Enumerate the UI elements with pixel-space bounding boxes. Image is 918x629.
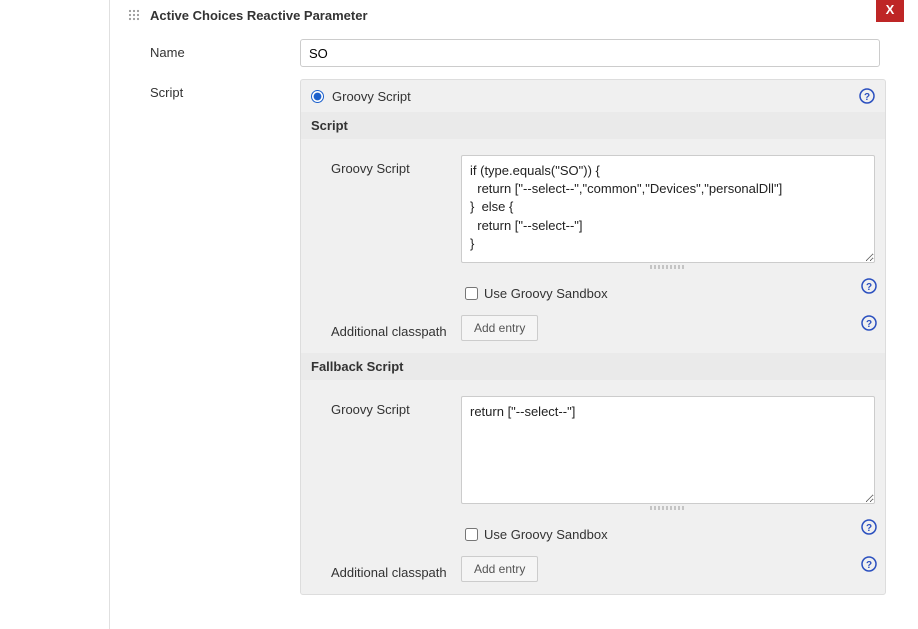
sandbox-checkbox[interactable] <box>465 287 478 300</box>
help-icon[interactable]: ? <box>861 556 877 572</box>
drag-handle-icon[interactable] <box>128 9 142 23</box>
help-icon[interactable]: ? <box>861 278 877 294</box>
help-icon[interactable]: ? <box>859 88 875 104</box>
script-inner-section: Groovy Script Use Groovy Sandbox ? <box>301 139 885 353</box>
svg-text:?: ? <box>866 282 872 293</box>
groovy-script-row: Groovy Script <box>331 149 875 276</box>
close-button[interactable]: X <box>876 0 904 22</box>
add-entry-button[interactable]: Add entry <box>461 315 538 341</box>
script-config-box: Groovy Script ? Script Groovy Script <box>300 79 886 595</box>
resize-handle[interactable] <box>461 505 875 511</box>
sandbox-label: Use Groovy Sandbox <box>484 286 608 301</box>
help-icon[interactable]: ? <box>861 519 877 535</box>
fallback-add-entry-button[interactable]: Add entry <box>461 556 538 582</box>
resize-handle[interactable] <box>461 264 875 270</box>
classpath-row: Additional classpath Add entry ? <box>331 311 875 353</box>
svg-text:?: ? <box>866 319 872 330</box>
sandbox-row: Use Groovy Sandbox ? <box>331 276 875 311</box>
groovy-script-radio-row: Groovy Script ? <box>301 80 885 112</box>
groovy-script-radio[interactable] <box>311 90 324 103</box>
main-content: X Active Choices Reactive Parameter Name… <box>110 0 908 629</box>
script-label: Script <box>150 79 300 100</box>
section-title: Active Choices Reactive Parameter <box>150 8 368 23</box>
fallback-sandbox-label: Use Groovy Sandbox <box>484 527 608 542</box>
fallback-script-field-label: Groovy Script <box>331 396 461 417</box>
groovy-script-field-label: Groovy Script <box>331 155 461 176</box>
fallback-sandbox-row: Use Groovy Sandbox ? <box>331 517 875 552</box>
svg-text:?: ? <box>864 92 870 103</box>
fallback-sandbox-checkbox[interactable] <box>465 528 478 541</box>
fallback-script-textarea[interactable] <box>461 396 875 504</box>
fallback-additional-classpath-label: Additional classpath <box>331 559 461 580</box>
help-icon[interactable]: ? <box>861 315 877 331</box>
name-label: Name <box>150 39 300 60</box>
fallback-classpath-row: Additional classpath Add entry ? <box>331 552 875 594</box>
script-subheader: Script <box>301 112 885 139</box>
additional-classpath-label: Additional classpath <box>331 318 461 339</box>
fallback-inner-section: Groovy Script Use Groovy Sandbox ? <box>301 380 885 594</box>
name-row: Name <box>110 33 908 73</box>
left-sidebar <box>0 0 110 629</box>
groovy-script-textarea[interactable] <box>461 155 875 263</box>
fallback-script-row: Groovy Script <box>331 390 875 517</box>
fallback-subheader: Fallback Script <box>301 353 885 380</box>
section-header: Active Choices Reactive Parameter <box>110 0 908 33</box>
groovy-script-radio-label: Groovy Script <box>332 89 411 104</box>
name-input[interactable] <box>300 39 880 67</box>
svg-text:?: ? <box>866 523 872 534</box>
svg-text:?: ? <box>866 560 872 571</box>
script-row: Script Groovy Script ? Script Groovy Scr… <box>110 73 908 601</box>
